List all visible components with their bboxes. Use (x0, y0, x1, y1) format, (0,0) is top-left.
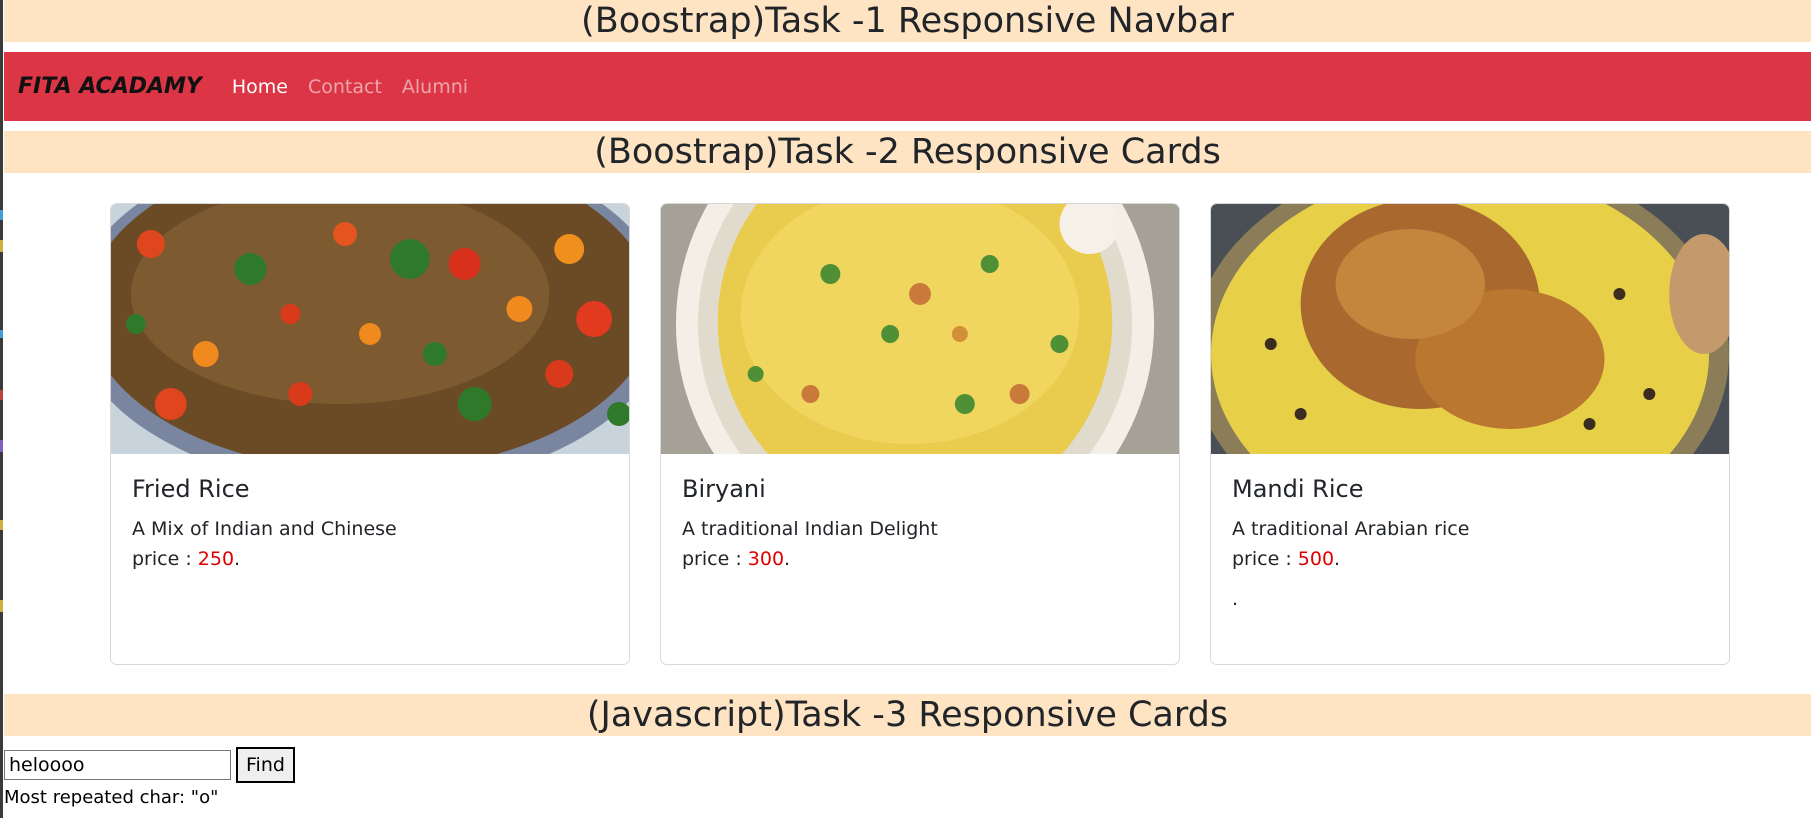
price-suffix: . (234, 548, 241, 570)
price-label: price : (1232, 548, 1292, 570)
nav-link-alumni[interactable]: Alumni (402, 76, 468, 98)
card-extra-text: . (1232, 588, 1239, 610)
price-value: 300 (747, 548, 785, 570)
find-button[interactable]: Find (236, 747, 295, 783)
navbar: FITA ACADAMY Home Contact Alumni (4, 52, 1811, 121)
price-value: 250 (197, 548, 235, 570)
card-body: Mandi Rice A traditional Arabian rice pr… (1211, 454, 1729, 630)
window-left-edge (0, 0, 3, 818)
card-description: A traditional Arabian rice (1232, 518, 1470, 540)
card-biryani: Biryani A traditional Indian Delight pri… (660, 203, 1180, 665)
find-form: Find (4, 747, 295, 783)
card-title: Fried Rice (132, 475, 250, 503)
card-title: Biryani (682, 475, 766, 503)
section-heading-task1: (Boostrap)Task -1 Responsive Navbar (4, 0, 1811, 42)
card-price-line: price : 250. (132, 544, 608, 574)
card-title: Mandi Rice (1232, 475, 1364, 503)
card-body: Fried Rice A Mix of Indian and Chinese p… (111, 454, 629, 594)
price-label: price : (132, 548, 192, 570)
card-description: A Mix of Indian and Chinese (132, 518, 397, 540)
card-fried-rice: Fried Rice A Mix of Indian and Chinese p… (110, 203, 630, 665)
card-price-line: price : 500. (1232, 544, 1708, 574)
section-heading-task2: (Boostrap)Task -2 Responsive Cards (4, 131, 1811, 173)
fried-rice-image (111, 204, 629, 454)
section-heading-task3: (Javascript)Task -3 Responsive Cards (4, 694, 1811, 736)
card-grid: Fried Rice A Mix of Indian and Chinese p… (110, 203, 1730, 665)
price-suffix: . (1334, 548, 1341, 570)
text-input[interactable] (4, 750, 231, 780)
price-value: 500 (1297, 548, 1335, 570)
price-suffix: . (784, 548, 791, 570)
card-mandi-rice: Mandi Rice A traditional Arabian rice pr… (1210, 203, 1730, 665)
card-price-line: price : 300. (682, 544, 1158, 574)
mandi-rice-image (1211, 204, 1729, 454)
nav-link-home[interactable]: Home (232, 76, 288, 98)
card-body: Biryani A traditional Indian Delight pri… (661, 454, 1179, 594)
price-label: price : (682, 548, 742, 570)
most-repeated-char-result: Most repeated char: "o" (4, 787, 219, 808)
biryani-image (661, 204, 1179, 454)
card-description: A traditional Indian Delight (682, 518, 938, 540)
nav-link-contact[interactable]: Contact (308, 76, 382, 98)
navbar-brand[interactable]: FITA ACADAMY (18, 74, 202, 99)
